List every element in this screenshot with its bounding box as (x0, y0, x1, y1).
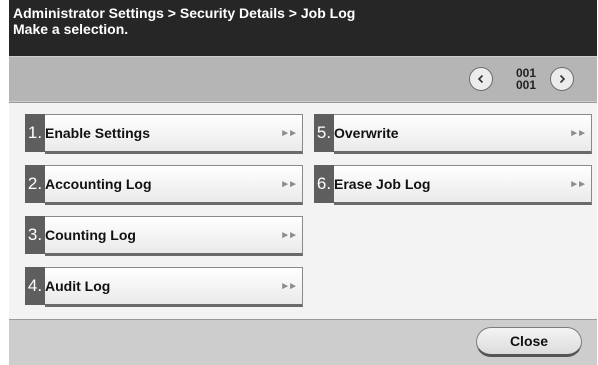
button-face: Counting Log ►► (45, 216, 303, 256)
item-label: Overwrite (334, 125, 399, 141)
double-arrow-right-icon: ►► (569, 179, 587, 190)
overwrite-button[interactable]: 5. Overwrite ►► (314, 114, 592, 154)
accounting-log-button[interactable]: 2. Accounting Log ►► (25, 165, 303, 205)
counting-log-button[interactable]: 3. Counting Log ►► (25, 216, 303, 256)
next-page-button[interactable] (550, 67, 574, 91)
erase-job-log-button[interactable]: 6. Erase Job Log ►► (314, 165, 592, 205)
item-label: Audit Log (45, 278, 111, 294)
enable-settings-button[interactable]: 1. Enable Settings ►► (25, 114, 303, 154)
item-number: 3. (25, 216, 45, 254)
double-arrow-right-icon: ►► (569, 128, 587, 139)
chevron-left-icon (477, 74, 484, 84)
double-arrow-right-icon: ►► (280, 281, 298, 292)
instruction-text: Make a selection. (13, 21, 129, 37)
title-bar: Administrator Settings > Security Detail… (9, 0, 597, 56)
close-button[interactable]: Close (476, 327, 582, 357)
button-face: Erase Job Log ►► (334, 165, 592, 205)
double-arrow-right-icon: ►► (280, 230, 298, 241)
screen: Administrator Settings > Security Detail… (9, 0, 597, 365)
item-number: 6. (314, 165, 334, 203)
double-arrow-right-icon: ►► (280, 128, 298, 139)
item-label: Accounting Log (45, 176, 152, 192)
button-face: Enable Settings ►► (45, 114, 303, 154)
pager-bar: 001 001 (9, 57, 597, 101)
total-page-number: 001 (515, 78, 537, 92)
audit-log-button[interactable]: 4. Audit Log ►► (25, 267, 303, 307)
previous-page-button[interactable] (469, 67, 493, 91)
button-face: Accounting Log ►► (45, 165, 303, 205)
item-label: Erase Job Log (334, 176, 431, 192)
item-number: 4. (25, 267, 45, 305)
breadcrumb: Administrator Settings > Security Detail… (13, 5, 356, 21)
item-label: Enable Settings (45, 125, 151, 141)
item-number: 1. (25, 114, 45, 152)
button-face: Overwrite ►► (334, 114, 592, 154)
chevron-right-icon (559, 74, 566, 84)
button-face: Audit Log ►► (45, 267, 303, 307)
item-number: 2. (25, 165, 45, 203)
item-number: 5. (314, 114, 334, 152)
double-arrow-right-icon: ►► (280, 179, 298, 190)
item-label: Counting Log (45, 227, 136, 243)
